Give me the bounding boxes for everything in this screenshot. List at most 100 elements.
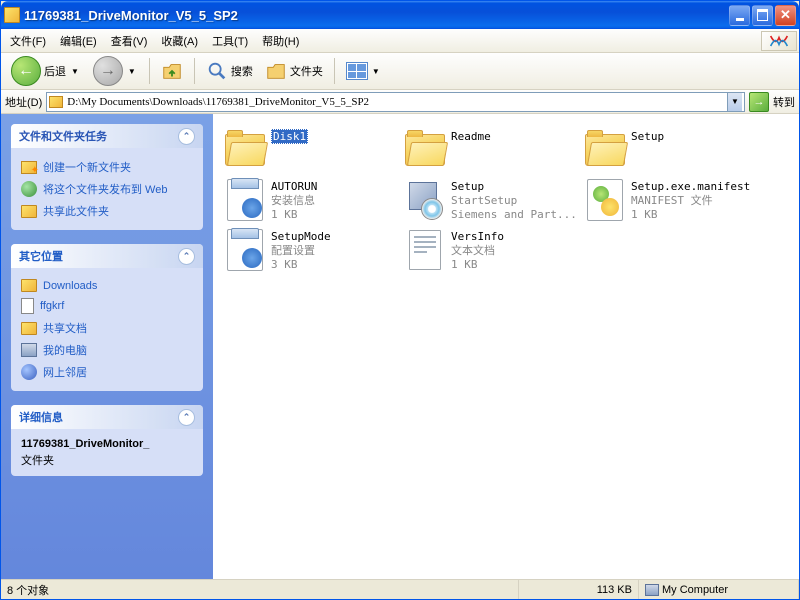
addressbar: 地址(D) D:\My Documents\Downloads\11769381… xyxy=(1,90,799,114)
folder-icon xyxy=(405,134,445,166)
separator xyxy=(149,58,150,84)
folder-icon xyxy=(21,322,37,335)
file-name: VersInfo xyxy=(451,230,504,243)
file-meta: Siemens and Part... xyxy=(451,208,579,222)
go-button[interactable]: → xyxy=(749,92,769,112)
forward-icon: → xyxy=(93,56,123,86)
folder-icon xyxy=(4,7,20,23)
folder-icon xyxy=(585,134,625,166)
status-location: My Computer xyxy=(639,580,799,599)
chevron-down-icon[interactable]: ▼ xyxy=(372,67,380,76)
file-list[interactable]: Disk1 Readme Setup AUTORUN安装信息1 KBSetupStar… xyxy=(213,114,799,579)
up-folder-icon xyxy=(161,60,183,82)
file-item[interactable]: AUTORUN安装信息1 KB xyxy=(221,176,401,224)
details-type: 文件夹 xyxy=(21,452,193,468)
separator xyxy=(194,58,195,84)
file-meta: 1 KB xyxy=(271,208,399,222)
folders-button[interactable]: 文件夹 xyxy=(261,57,327,85)
menu-edit[interactable]: 编辑(E) xyxy=(53,30,104,52)
file-item[interactable]: Setup.exe.manifestMANIFEST 文件1 KB xyxy=(581,176,761,224)
share-folder-icon xyxy=(21,205,37,218)
file-item[interactable]: VersInfo文本文档1 KB xyxy=(401,226,581,274)
chevron-down-icon[interactable]: ▼ xyxy=(128,67,136,76)
file-item[interactable]: SetupMode配置设置3 KB xyxy=(221,226,401,274)
details-name: 11769381_DriveMonitor_ xyxy=(21,437,193,452)
titlebar[interactable]: 11769381_DriveMonitor_V5_5_SP2 ✕ xyxy=(1,1,799,29)
new-folder-icon xyxy=(21,161,37,174)
collapse-icon[interactable]: ⌃ xyxy=(178,128,195,145)
panel-header[interactable]: 其它位置 ⌃ xyxy=(11,244,203,268)
file-item[interactable]: Disk1 xyxy=(221,126,401,174)
file-meta: 文本文档 xyxy=(451,244,579,258)
panel-body: 创建一个新文件夹 将这个文件夹发布到 Web 共享此文件夹 xyxy=(11,148,203,230)
place-my-computer[interactable]: 我的电脑 xyxy=(21,339,193,361)
task-share-folder[interactable]: 共享此文件夹 xyxy=(21,200,193,222)
menu-view[interactable]: 查看(V) xyxy=(104,30,155,52)
file-meta: 3 KB xyxy=(271,258,399,272)
go-label: 转到 xyxy=(773,94,795,110)
address-input[interactable]: D:\My Documents\Downloads\11769381_Drive… xyxy=(46,92,745,112)
views-button[interactable]: ▼ xyxy=(342,59,386,83)
collapse-icon[interactable]: ⌃ xyxy=(178,248,195,265)
manifest-file-icon xyxy=(587,179,623,221)
back-icon: ← xyxy=(11,56,41,86)
folders-icon xyxy=(265,60,287,82)
address-label: 地址(D) xyxy=(5,94,42,110)
task-publish-web[interactable]: 将这个文件夹发布到 Web xyxy=(21,178,193,200)
file-name: SetupMode xyxy=(271,230,331,243)
panel-body: Downloads ffgkrf 共享文档 我的电脑 xyxy=(11,268,203,391)
window-title: 11769381_DriveMonitor_V5_5_SP2 xyxy=(24,8,729,23)
file-item[interactable]: Readme xyxy=(401,126,581,174)
file-meta: 配置设置 xyxy=(271,244,399,258)
up-button[interactable] xyxy=(157,57,187,85)
file-name: Setup xyxy=(631,130,664,143)
menu-file[interactable]: 文件(F) xyxy=(3,30,53,52)
computer-icon xyxy=(645,584,659,596)
status-size: 113 KB xyxy=(519,580,639,599)
views-icon xyxy=(346,62,368,80)
folder-icon xyxy=(225,134,265,166)
computer-icon xyxy=(21,343,37,357)
file-item[interactable]: SetupStartSetupSiemens and Part... xyxy=(401,176,581,224)
place-shared-docs[interactable]: 共享文档 xyxy=(21,317,193,339)
panel-body: 11769381_DriveMonitor_ 文件夹 xyxy=(11,429,203,476)
place-downloads[interactable]: Downloads xyxy=(21,276,193,295)
file-meta: MANIFEST 文件 xyxy=(631,194,759,208)
panel-header[interactable]: 文件和文件夹任务 ⌃ xyxy=(11,124,203,148)
file-meta: 1 KB xyxy=(451,258,579,272)
tasks-pane: 文件和文件夹任务 ⌃ 创建一个新文件夹 将这个文件夹发布到 Web 共享此文件夹 xyxy=(1,114,213,579)
chevron-down-icon[interactable]: ▼ xyxy=(71,67,79,76)
search-button[interactable]: 搜索 xyxy=(202,57,257,85)
menu-help[interactable]: 帮助(H) xyxy=(255,30,306,52)
file-item[interactable]: Setup xyxy=(581,126,761,174)
config-file-icon xyxy=(227,229,263,271)
task-new-folder[interactable]: 创建一个新文件夹 xyxy=(21,156,193,178)
menu-favorites[interactable]: 收藏(A) xyxy=(154,30,205,52)
file-name: Setup.exe.manifest xyxy=(631,180,750,193)
network-icon xyxy=(21,364,37,380)
content-area: 文件和文件夹任务 ⌃ 创建一个新文件夹 将这个文件夹发布到 Web 共享此文件夹 xyxy=(1,114,799,579)
minimize-button[interactable] xyxy=(729,5,750,26)
maximize-button[interactable] xyxy=(752,5,773,26)
file-name: Readme xyxy=(451,130,491,143)
folder-icon xyxy=(21,279,37,292)
statusbar: 8 个对象 113 KB My Computer xyxy=(1,579,799,599)
place-ffgkrf[interactable]: ffgkrf xyxy=(21,295,193,317)
document-icon xyxy=(21,298,34,314)
explorer-window: 11769381_DriveMonitor_V5_5_SP2 ✕ 文件(F) 编… xyxy=(0,0,800,600)
panel-file-tasks: 文件和文件夹任务 ⌃ 创建一个新文件夹 将这个文件夹发布到 Web 共享此文件夹 xyxy=(11,124,203,230)
menu-tools[interactable]: 工具(T) xyxy=(205,30,255,52)
back-button[interactable]: ← 后退 ▼ xyxy=(7,53,85,89)
installer-icon xyxy=(405,180,445,220)
forward-button[interactable]: → ▼ xyxy=(89,53,142,89)
toolbar: ← 后退 ▼ → ▼ 搜索 文件夹 ▼ xyxy=(1,53,799,90)
address-dropdown[interactable]: ▼ xyxy=(727,93,742,111)
folder-icon xyxy=(49,96,63,108)
separator xyxy=(334,58,335,84)
collapse-icon[interactable]: ⌃ xyxy=(178,409,195,426)
globe-icon xyxy=(21,181,37,197)
panel-header[interactable]: 详细信息 ⌃ xyxy=(11,405,203,429)
close-button[interactable]: ✕ xyxy=(775,5,796,26)
place-network[interactable]: 网上邻居 xyxy=(21,361,193,383)
throbber-icon xyxy=(761,31,797,51)
